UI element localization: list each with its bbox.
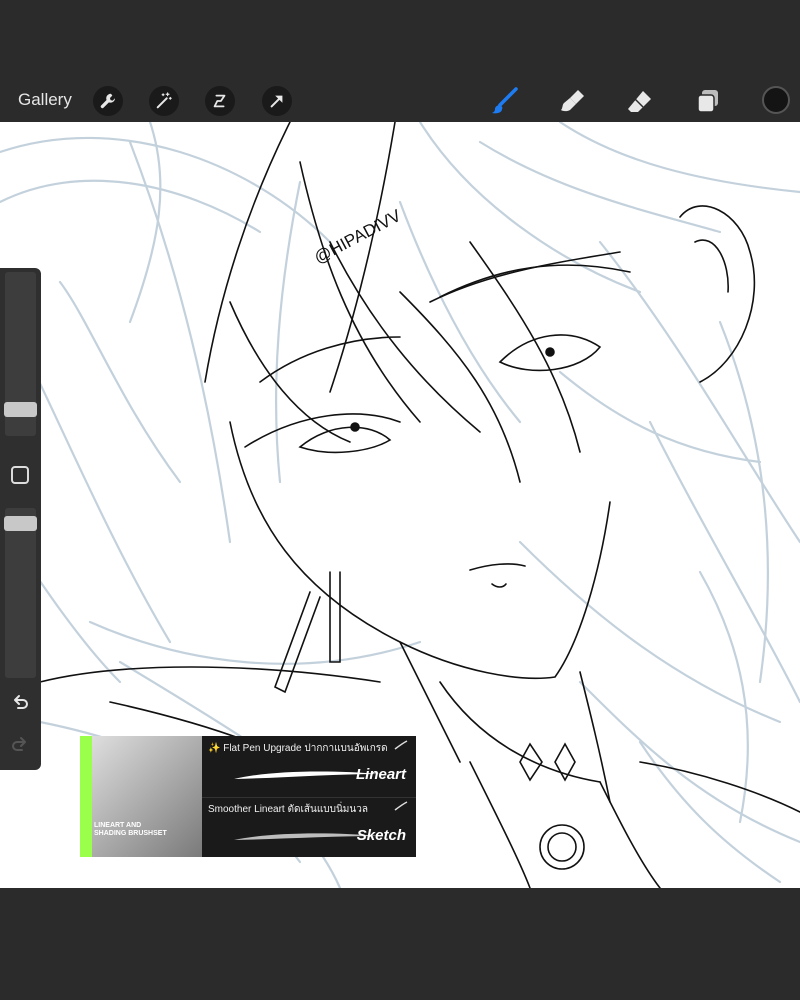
brush-size-slider[interactable] (4, 272, 37, 436)
selection-icon[interactable] (205, 86, 235, 116)
brushset-thumbnail: LINEART AND SHADING BRUSHSET (80, 736, 202, 857)
top-toolbar: Gallery (0, 80, 800, 122)
color-picker-button[interactable] (762, 86, 790, 114)
brushset-caption: LINEART AND SHADING BRUSHSET (94, 822, 167, 837)
brush-item-label: Lineart (355, 766, 406, 783)
magic-wand-icon[interactable] (149, 86, 179, 116)
opacity-slider[interactable] (4, 508, 37, 678)
redo-icon[interactable] (9, 734, 31, 756)
brush-size-thumb[interactable] (4, 402, 37, 417)
smudge-icon[interactable] (558, 86, 588, 116)
brush-item-title: ✨ Flat Pen Upgrade ปากกาแบนอัพเกรด (208, 743, 388, 754)
brush-item-title: Smoother Lineart ตัดเส้นแบบนิ่มนวล (208, 804, 368, 815)
layers-icon[interactable] (693, 86, 723, 116)
brush-item-flat-pen[interactable]: ✨ Flat Pen Upgrade ปากกาแบนอัพเกรด Linea… (202, 736, 416, 796)
transform-arrow-icon[interactable] (262, 86, 292, 116)
brush-promo-card: LINEART AND SHADING BRUSHSET ✨ Flat Pen … (80, 736, 416, 857)
eraser-icon[interactable] (625, 86, 655, 116)
brush-item-smoother[interactable]: Smoother Lineart ตัดเส้นแบบนิ่มนวล Sketc… (202, 797, 416, 857)
brush-stroke-mini-icon (394, 801, 408, 811)
undo-icon[interactable] (9, 692, 31, 714)
brush-sidebar (0, 268, 41, 770)
brush-stroke-mini-icon (394, 740, 408, 750)
brush-item-label: Sketch (356, 827, 406, 844)
brush-icon[interactable] (490, 86, 520, 116)
opacity-thumb[interactable] (4, 516, 37, 531)
modify-square-icon[interactable] (11, 466, 29, 484)
gallery-button[interactable]: Gallery (18, 90, 72, 110)
wrench-icon[interactable] (93, 86, 123, 116)
